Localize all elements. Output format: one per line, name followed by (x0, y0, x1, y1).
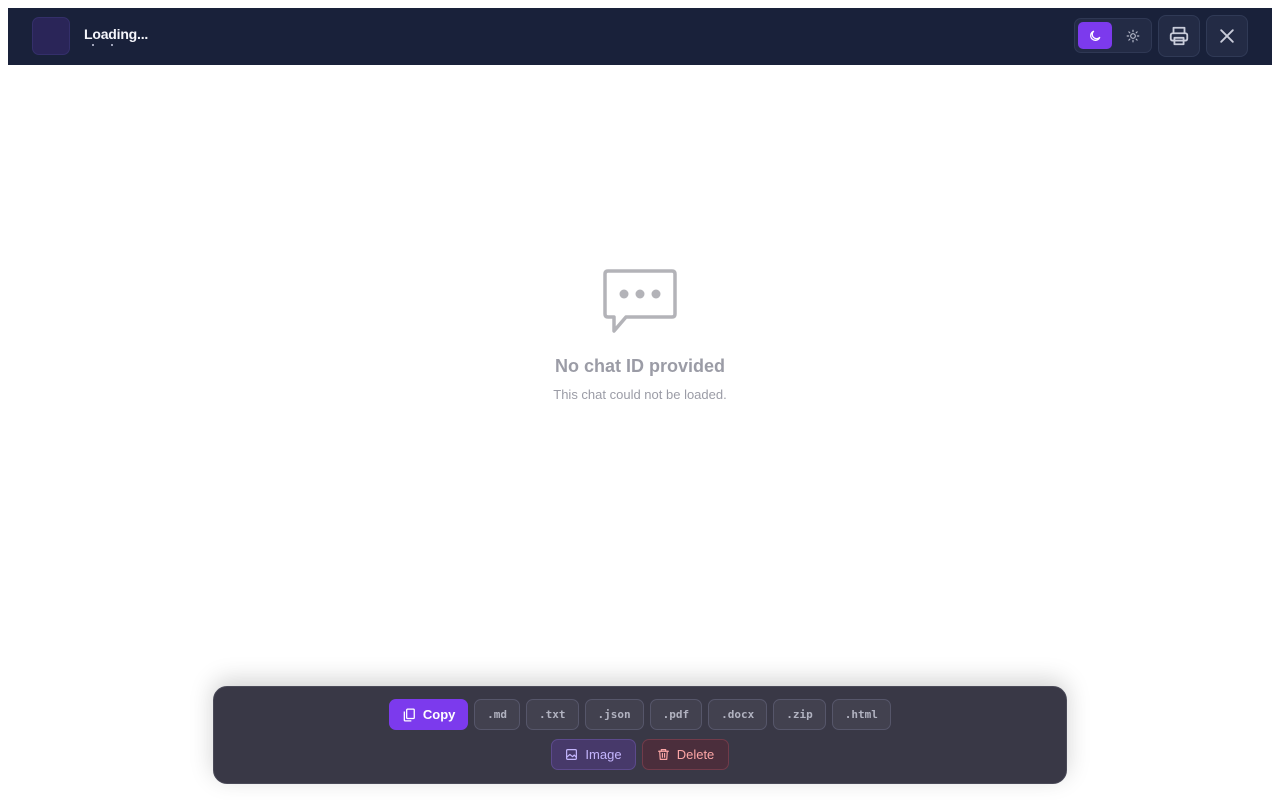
empty-state-title: No chat ID provided (554, 356, 725, 376)
empty-state: No chat ID provided This chat could not … (0, 268, 1280, 402)
empty-state-subtitle: This chat could not be loaded. (553, 387, 727, 402)
moon-icon (1090, 30, 1101, 41)
format-zip-button[interactable]: .zip (773, 699, 826, 730)
chat-bubble-icon (603, 269, 677, 333)
format-txt-button[interactable]: .txt (526, 699, 579, 730)
copy-label: Copy (422, 707, 456, 722)
page-title: Loading... (84, 26, 149, 42)
delete-label: Delete (676, 747, 715, 762)
loading-dot (92, 44, 94, 46)
close-icon (1220, 29, 1234, 43)
format-html-button[interactable]: .html (831, 699, 891, 730)
loading-dots (92, 44, 113, 46)
format-docx-button[interactable]: .docx (708, 699, 768, 730)
printer-icon (1169, 26, 1189, 46)
sun-icon (1126, 29, 1140, 42)
image-label: Image (585, 747, 622, 762)
format-json-button[interactable]: .json (584, 699, 644, 730)
format-md-button[interactable]: .md (474, 699, 520, 730)
copy-icon (403, 708, 415, 721)
image-button[interactable]: Image (551, 739, 636, 770)
theme-toggle (1074, 18, 1152, 53)
export-row: Copy .md .txt .json .pdf .docx .zip .htm… (214, 699, 1066, 730)
export-toolbar: Copy .md .txt .json .pdf .docx .zip .htm… (213, 686, 1067, 784)
dark-mode-button[interactable] (1078, 22, 1112, 49)
loading-dot (111, 44, 113, 46)
copy-button[interactable]: Copy (389, 699, 469, 730)
light-mode-button[interactable] (1116, 22, 1150, 49)
trash-icon (657, 749, 669, 760)
close-button[interactable] (1206, 15, 1248, 57)
title-wrap: Loading... (84, 26, 149, 46)
delete-button[interactable]: Delete (642, 739, 729, 770)
image-icon (566, 749, 578, 760)
avatar (32, 17, 70, 55)
print-button[interactable] (1158, 15, 1200, 57)
action-row: Image Delete (214, 739, 1066, 770)
chat-export-page: Loading... No chat ID provided This chat… (0, 0, 1280, 800)
format-pdf-button[interactable]: .pdf (649, 699, 703, 730)
header-bar: Loading... (8, 8, 1272, 65)
